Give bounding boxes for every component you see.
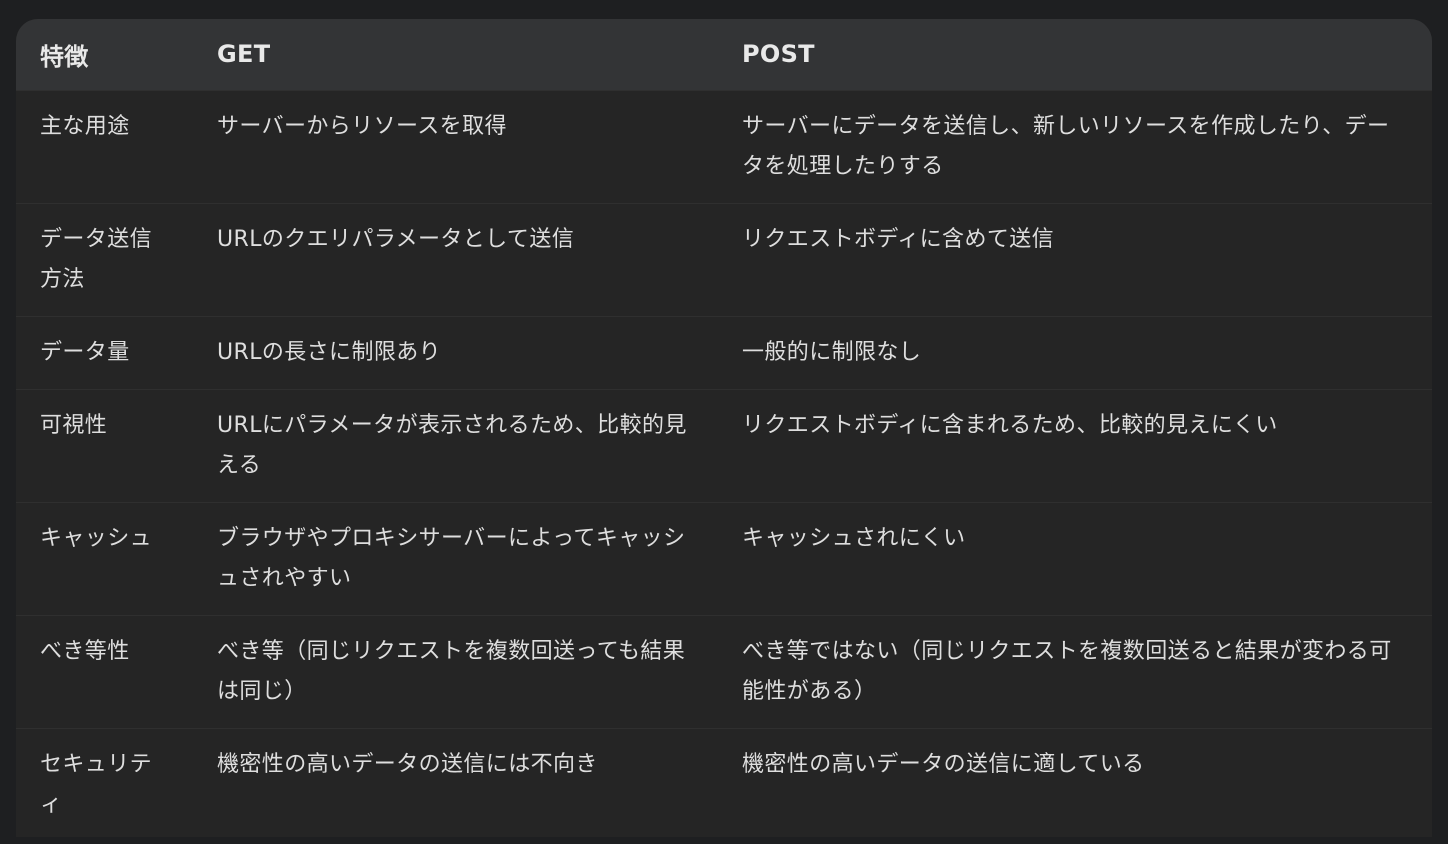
cell-post: リクエストボディに含めて送信	[742, 226, 1055, 252]
cell-feature: 可視性	[40, 412, 108, 438]
cell-get: URLのクエリパラメータとして送信	[217, 226, 575, 252]
cell-post: べき等ではない（同じリクエストを複数回送ると結果が変わる可能性がある）	[742, 638, 1392, 704]
cell-get: 機密性の高いデータの送信には不向き	[217, 751, 598, 777]
cell-get: サーバーからリソースを取得	[217, 113, 507, 139]
cell-post: サーバーにデータを送信し、新しいリソースを作成したり、データを処理したりする	[742, 113, 1390, 179]
cell-get: URLにパラメータが表示されるため、比較的見える	[217, 412, 687, 478]
header-post: POST	[742, 40, 815, 69]
table-row: データ量 URLの長さに制限あり 一般的に制限なし	[16, 316, 1432, 389]
header-feature: 特徴	[40, 42, 89, 71]
cell-feature: べき等性	[40, 638, 130, 664]
header-get: GET	[217, 40, 271, 69]
cell-get: ブラウザやプロキシサーバーによってキャッシュされやすい	[217, 525, 686, 591]
cell-get: URLの長さに制限あり	[217, 339, 442, 365]
cell-post: リクエストボディに含まれるため、比較的見えにくい	[742, 412, 1278, 438]
table-row: 主な用途 サーバーからリソースを取得 サーバーにデータを送信し、新しいリソースを…	[16, 90, 1432, 203]
table-body: 主な用途 サーバーからリソースを取得 サーバーにデータを送信し、新しいリソースを…	[16, 90, 1432, 837]
cell-post: 一般的に制限なし	[742, 339, 922, 365]
cell-post: 機密性の高いデータの送信に適している	[742, 751, 1145, 777]
comparison-table-container: 特徴 GET POST 主な用途 サーバーからリソースを取得 サーバーにデータを…	[16, 19, 1432, 837]
cell-feature: データ送信方法	[40, 226, 153, 292]
table-row: 可視性 URLにパラメータが表示されるため、比較的見える リクエストボディに含ま…	[16, 389, 1432, 502]
table-header: 特徴 GET POST	[16, 19, 1432, 90]
cell-feature: キャッシュ	[40, 525, 153, 551]
cell-get: べき等（同じリクエストを複数回送っても結果は同じ）	[217, 638, 686, 704]
cell-feature: セキュリティ	[40, 751, 153, 817]
header-row: 特徴 GET POST	[16, 19, 1432, 90]
cell-feature: 主な用途	[40, 113, 130, 139]
table-row: べき等性 べき等（同じリクエストを複数回送っても結果は同じ） べき等ではない（同…	[16, 615, 1432, 728]
table-row: セキュリティ 機密性の高いデータの送信には不向き 機密性の高いデータの送信に適し…	[16, 728, 1432, 837]
comparison-table: 特徴 GET POST 主な用途 サーバーからリソースを取得 サーバーにデータを…	[16, 19, 1432, 837]
cell-feature: データ量	[40, 339, 130, 365]
table-row: データ送信方法 URLのクエリパラメータとして送信 リクエストボディに含めて送信	[16, 203, 1432, 316]
cell-post: キャッシュされにくい	[742, 525, 966, 551]
table-row: キャッシュ ブラウザやプロキシサーバーによってキャッシュされやすい キャッシュさ…	[16, 502, 1432, 615]
